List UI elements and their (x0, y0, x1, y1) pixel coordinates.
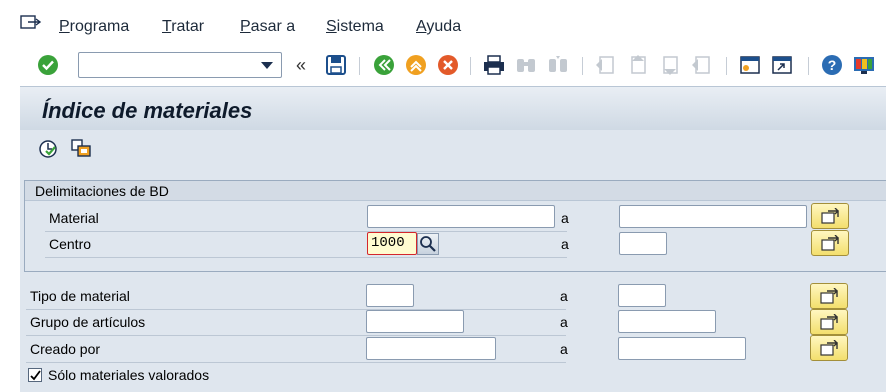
left-margin (0, 86, 20, 392)
label-solo-valorados: Sólo materiales valorados (48, 367, 210, 383)
creado-por-multiple-selection-button[interactable] (810, 335, 848, 361)
command-field[interactable] (78, 52, 282, 78)
creado-por-from-input[interactable] (366, 337, 496, 360)
material-to-input[interactable] (619, 205, 807, 228)
grupo-articulos-from-input[interactable] (366, 310, 464, 333)
menu-sistema[interactable]: Sistema (326, 18, 384, 36)
label-to-tipo-material: a (560, 288, 568, 304)
material-multiple-selection-button[interactable] (811, 203, 849, 229)
shortcut-icon[interactable] (770, 53, 794, 77)
centro-from-input[interactable]: 1000 (367, 232, 417, 255)
search-help-icon (420, 236, 436, 252)
system-menu-icon[interactable] (20, 14, 42, 32)
find-next-icon (549, 56, 567, 72)
tipo-material-multiple-selection-button[interactable] (810, 283, 848, 309)
previous-page-icon (631, 55, 646, 74)
material-from-input[interactable] (367, 205, 555, 228)
menu-bar: Programa Tratar Pasar a Sistema Ayuda (0, 0, 886, 44)
title-bar: Índice de materiales (20, 86, 886, 130)
execute-icon[interactable] (37, 138, 59, 160)
page-title: Índice de materiales (42, 98, 253, 123)
label-grupo-articulos: Grupo de artículos (30, 314, 146, 330)
last-page-icon (692, 56, 710, 74)
multiple-selection-icon (821, 208, 839, 224)
label-creado-por: Creado por (30, 341, 101, 357)
find-icon (517, 59, 535, 72)
standard-toolbar: « ? (0, 44, 886, 86)
menu-programa[interactable]: Programa (59, 18, 129, 36)
multiple-selection-icon (820, 314, 838, 330)
tipo-material-from-input[interactable] (366, 284, 414, 307)
command-dropdown-arrow-icon[interactable] (261, 62, 273, 69)
layout-icon[interactable] (852, 53, 876, 77)
multiple-selection-icon (820, 288, 838, 304)
first-page-icon (596, 56, 614, 74)
menu-ayuda[interactable]: Ayuda (416, 18, 461, 36)
get-variant-icon[interactable] (70, 138, 94, 160)
menu-pasar-a[interactable]: Pasar a (240, 18, 295, 36)
grupo-articulos-multiple-selection-button[interactable] (810, 309, 848, 335)
label-tipo-material: Tipo de material (30, 288, 130, 304)
centro-to-input[interactable] (619, 232, 667, 255)
creado-por-to-input[interactable] (618, 337, 746, 360)
grupo-articulos-to-input[interactable] (618, 310, 716, 333)
help-icon[interactable]: ? (820, 53, 844, 77)
multiple-selection-icon (820, 340, 838, 356)
group-title: Delimitaciones de BD (35, 183, 169, 199)
tipo-material-to-input[interactable] (618, 284, 666, 307)
next-page-icon (663, 56, 678, 75)
collapse-command-icon[interactable]: « (296, 55, 306, 76)
save-icon[interactable] (324, 53, 348, 77)
enter-check-icon[interactable] (36, 53, 60, 77)
cancel-icon[interactable] (436, 53, 460, 77)
menu-tratar[interactable]: Tratar (162, 18, 204, 36)
selection-screen: Delimitaciones de BD Material a Centro 1… (20, 170, 886, 392)
create-session-icon[interactable] (738, 53, 762, 77)
label-centro: Centro (49, 236, 92, 252)
label-to-material: a (561, 210, 569, 226)
svg-text:?: ? (828, 57, 837, 73)
print-icon[interactable] (482, 53, 506, 77)
multiple-selection-icon (821, 235, 839, 251)
checkmark-icon (30, 370, 41, 381)
exit-icon[interactable] (404, 53, 428, 77)
group-header: Delimitaciones de BD (25, 181, 886, 201)
centro-multiple-selection-button[interactable] (811, 230, 849, 256)
search-help-button[interactable] (417, 233, 439, 255)
back-icon[interactable] (372, 53, 396, 77)
command-input[interactable] (79, 53, 257, 77)
solo-valorados-checkbox[interactable] (28, 368, 42, 382)
label-material: Material (49, 210, 99, 226)
label-to-centro: a (561, 236, 569, 252)
label-to-grupo-articulos: a (560, 314, 568, 330)
db-delimitations-group: Delimitaciones de BD Material a Centro 1… (24, 180, 886, 272)
label-to-creado-por: a (560, 341, 568, 357)
application-toolbar (20, 130, 886, 170)
